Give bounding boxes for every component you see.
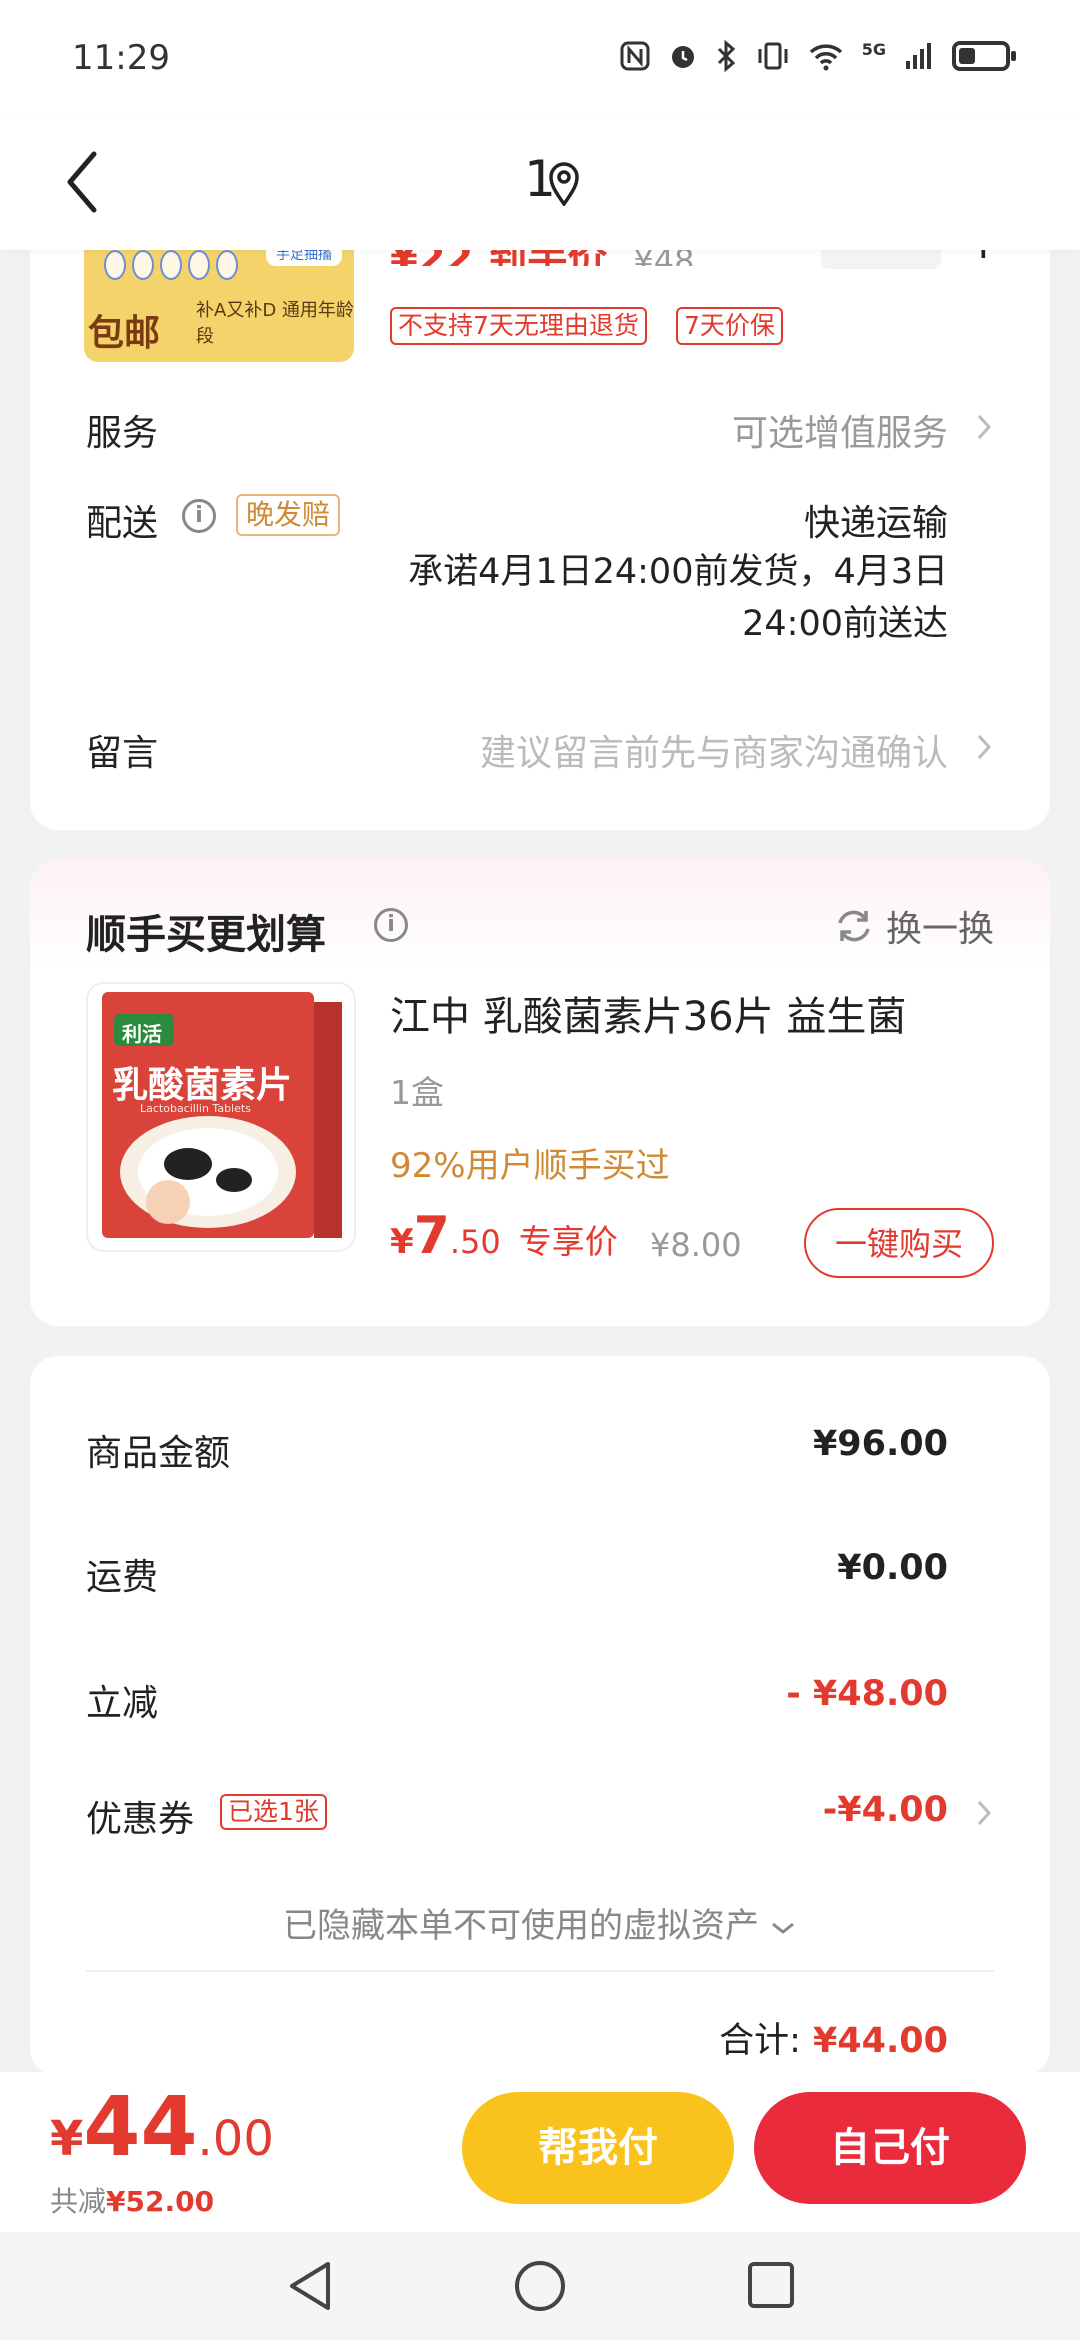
chevron-down-icon xyxy=(772,1922,794,1934)
service-value[interactable]: 可选增值服务 xyxy=(732,404,948,456)
bottom-total-price: ¥ 44 .00 xyxy=(50,2080,274,2175)
shipping-fee-label: 运费 xyxy=(86,1557,159,1598)
nav-back-icon[interactable] xyxy=(286,2258,334,2314)
free-shipping-badge: 包邮 xyxy=(88,313,161,354)
chevron-right-icon[interactable] xyxy=(974,412,994,442)
hidden-assets-toggle[interactable]: 已隐藏本单不可使用的虚拟资产 xyxy=(0,1898,1080,1947)
network-label: 5G xyxy=(861,40,886,59)
message-input[interactable]: 建议留言前先与商家沟通确认 xyxy=(480,724,948,776)
chevron-right-icon[interactable] xyxy=(974,1798,994,1828)
one-click-buy-button[interactable]: 一键购买 xyxy=(804,1208,994,1278)
delivery-label: 配送 xyxy=(86,503,159,544)
recommend-price: ¥ 7 .50 专享价 xyxy=(390,1206,618,1266)
refresh-icon xyxy=(838,910,870,942)
recommend-image-title: 乳酸菌素片 xyxy=(112,1065,293,1106)
location-pin-icon[interactable] xyxy=(546,160,582,206)
info-icon[interactable]: i xyxy=(182,499,216,533)
nfc-icon xyxy=(620,41,650,71)
product-image-subtitle: 补A又补D 通用年龄段 xyxy=(196,300,354,347)
recommend-old-price: ¥8.00 xyxy=(650,1226,742,1264)
wifi-icon xyxy=(809,44,842,71)
discount-value: - ¥48.00 xyxy=(786,1674,948,1714)
no-return-tag: 不支持7天无理由退货 xyxy=(390,307,647,345)
recommend-product-spec: 1盒 xyxy=(390,1073,444,1112)
goods-amount-value: ¥96.00 xyxy=(812,1424,948,1464)
total-value: ¥44.00 xyxy=(812,2021,948,2061)
message-label: 留言 xyxy=(86,733,159,774)
refresh-button[interactable]: 换一换 xyxy=(834,900,994,952)
divider xyxy=(86,1970,994,1972)
recommend-social-proof: 92%用户顺手买过 xyxy=(390,1146,670,1186)
page-title: 1 xyxy=(524,150,556,208)
battery-icon xyxy=(952,41,1016,71)
total-line: 合计: ¥44.00 xyxy=(719,2021,948,2061)
status-time: 11:29 xyxy=(72,38,170,78)
chevron-right-icon[interactable] xyxy=(974,732,994,762)
signal-icon xyxy=(906,43,931,69)
discount-label: 立减 xyxy=(86,1683,159,1724)
pay-myself-button[interactable]: 自己付 xyxy=(754,2092,1026,2204)
shipping-method: 快递运输 xyxy=(803,503,948,544)
top-nav-bar: 1 xyxy=(0,120,1080,250)
recommend-title: 顺手买更划算 xyxy=(86,912,326,958)
refresh-label: 换一换 xyxy=(885,909,994,950)
service-label: 服务 xyxy=(86,413,159,454)
help-me-pay-button[interactable]: 帮我付 xyxy=(462,2092,734,2204)
vibrate-icon xyxy=(758,42,788,70)
alarm-icon xyxy=(671,46,694,68)
total-saved: 共减¥52.00 xyxy=(50,2185,215,2218)
recommend-image-en: Lactobacillin Tablets xyxy=(140,1102,251,1115)
nav-recents-icon[interactable] xyxy=(746,2260,796,2310)
system-nav-bar xyxy=(0,2232,1080,2340)
nav-home-icon[interactable] xyxy=(512,2258,568,2314)
coupon-value[interactable]: -¥4.00 xyxy=(823,1790,948,1830)
info-icon[interactable]: i xyxy=(374,908,408,942)
recommend-product-name[interactable]: 江中 乳酸菌素片36片 益生菌 xyxy=(390,984,906,1042)
status-icons: 5G xyxy=(620,40,1016,72)
shipping-fee-value: ¥0.00 xyxy=(837,1548,948,1588)
late-compensation-badge: 晚发赔 xyxy=(236,494,341,536)
goods-amount-label: 商品金额 xyxy=(86,1433,231,1474)
shipping-promise: 承诺4月1日24:00前发货，4月3日24:00前送达 xyxy=(408,552,948,644)
price-protect-tag: 7天价保 xyxy=(676,307,783,345)
coupon-selected-tag[interactable]: 已选1张 xyxy=(220,1794,327,1830)
coupon-label: 优惠券 xyxy=(86,1799,195,1840)
recommend-product-image[interactable]: 利活 乳酸菌素片 Lactobacillin Tablets xyxy=(86,982,356,1252)
recommend-image-brand: 利活 xyxy=(122,1022,162,1046)
bluetooth-icon xyxy=(717,40,735,72)
